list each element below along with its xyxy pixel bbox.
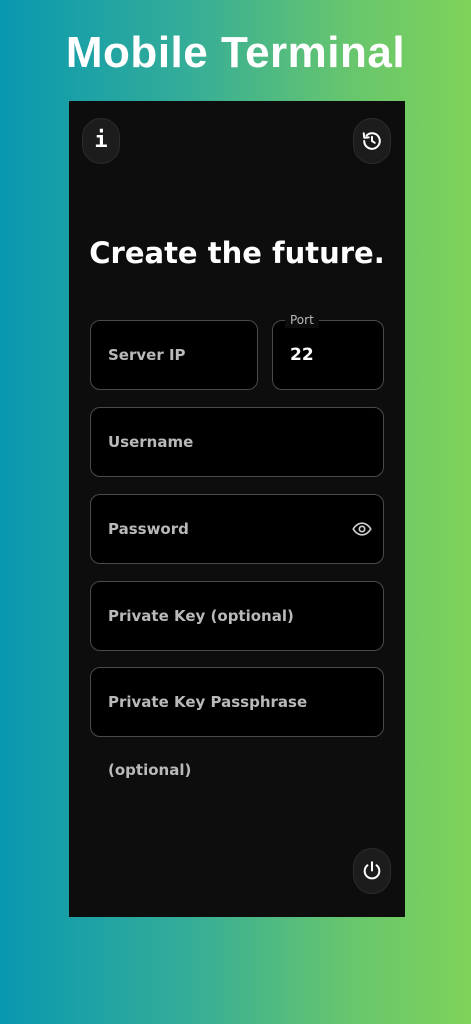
- private-key-passphrase-field[interactable]: Private Key Passphrase (optional): [90, 667, 384, 779]
- banner-title: Mobile Terminal: [65, 28, 406, 77]
- info-icon: i: [94, 128, 108, 153]
- password-field[interactable]: Password: [90, 494, 384, 564]
- history-button[interactable]: [353, 118, 391, 164]
- app-screen: i Create the future. Server IP Port 22 U…: [69, 101, 405, 917]
- port-field[interactable]: Port 22: [272, 312, 384, 390]
- password-placeholder: Password: [108, 520, 189, 538]
- history-icon: [362, 132, 381, 150]
- port-value: 22: [290, 345, 314, 365]
- info-button[interactable]: i: [82, 118, 120, 164]
- password-visibility-toggle[interactable]: [351, 518, 373, 540]
- private-key-passphrase-placeholder: Private Key Passphrase (optional): [108, 693, 308, 779]
- private-key-placeholder: Private Key (optional): [108, 607, 294, 625]
- headline: Create the future.: [89, 236, 385, 270]
- private-key-field[interactable]: Private Key (optional): [90, 581, 384, 651]
- username-field[interactable]: Username: [90, 407, 384, 477]
- eye-icon: [352, 522, 372, 536]
- power-icon: [363, 861, 381, 880]
- server-ip-field[interactable]: Server IP: [90, 320, 258, 390]
- username-placeholder: Username: [108, 433, 194, 451]
- connect-button[interactable]: [353, 848, 391, 894]
- server-ip-placeholder: Server IP: [108, 346, 186, 364]
